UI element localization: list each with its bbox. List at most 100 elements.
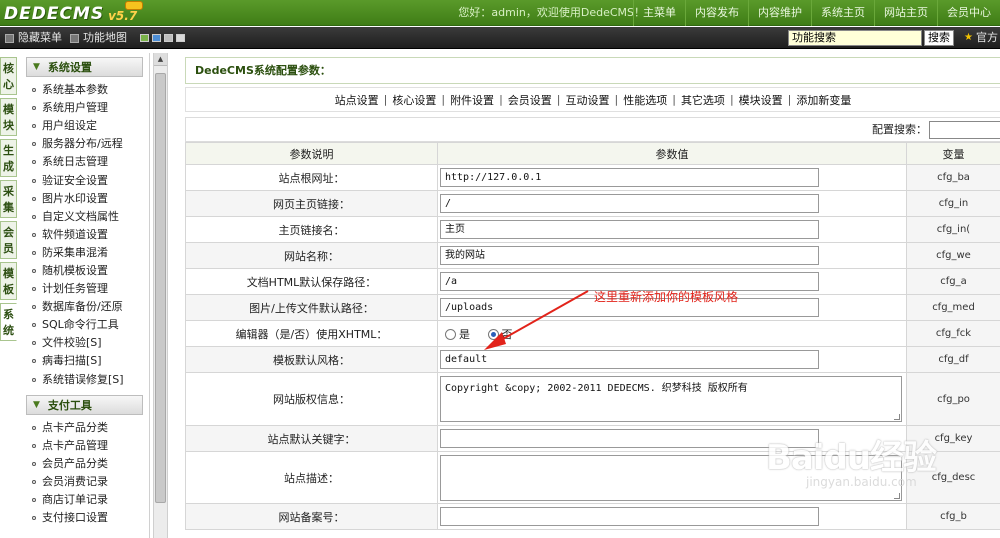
param-label: 文档HTML默认保存路径： — [185, 268, 438, 295]
sidebar-item-payment-3[interactable]: 会员消费记录 — [20, 473, 149, 491]
sidebar-item-payment-5[interactable]: 支付接口设置 — [20, 509, 149, 527]
vtab-module[interactable]: 模块 — [0, 98, 17, 136]
topnav-content-publish[interactable]: 内容发布 — [685, 0, 748, 26]
sidebar-item-system-2[interactable]: 用户组设定 — [20, 117, 149, 135]
sidebar-item-system-8[interactable]: 软件频道设置 — [20, 226, 149, 244]
hide-menu-button[interactable]: 隐藏菜单 — [5, 27, 62, 49]
skin-blue-swatch[interactable] — [152, 34, 161, 42]
topnav-site-home[interactable]: 网站主页 — [874, 0, 937, 26]
sidebar-item-payment-1[interactable]: 点卡产品管理 — [20, 437, 149, 455]
sidebar-item-system-10[interactable]: 随机模板设置 — [20, 262, 149, 280]
param-label: 站点默认关键字： — [185, 425, 438, 452]
bullet-icon — [32, 160, 36, 165]
sidebar-item-system-0[interactable]: 系统基本参数 — [20, 81, 149, 99]
topnav-content-maintain[interactable]: 内容维护 — [748, 0, 811, 26]
sidebar-item-system-9[interactable]: 防采集串混淆 — [20, 244, 149, 262]
scroll-thumb[interactable] — [155, 73, 166, 503]
function-search-input[interactable]: 功能搜索 — [788, 30, 922, 46]
function-map-button[interactable]: 功能地图 — [70, 27, 127, 49]
menu-group-system-settings[interactable]: ▼ 系统设置 — [26, 57, 143, 77]
sidebar-item-system-13[interactable]: SQL命令行工具 — [20, 316, 149, 334]
sidebar-item-system-4[interactable]: 系统日志管理 — [20, 153, 149, 171]
skin-gray-swatch[interactable] — [164, 34, 173, 42]
keywords-input[interactable] — [440, 429, 819, 448]
icp-number-input[interactable] — [440, 507, 819, 526]
tab-config-4[interactable]: 互动设置 — [561, 92, 615, 108]
copyright-textarea[interactable]: Copyright &copy; 2002-2011 DEDECMS. 织梦科技… — [440, 376, 902, 422]
topnav-system-home[interactable]: 系统主页 — [811, 0, 874, 26]
tab-config-1[interactable]: 核心设置 — [387, 92, 441, 108]
tab-config-3[interactable]: 会员设置 — [503, 92, 557, 108]
param-var: cfg_fck — [906, 320, 1000, 347]
vtab-generate[interactable]: 生成 — [0, 139, 17, 177]
search-button[interactable]: 搜索 — [924, 30, 954, 46]
site-name-input[interactable]: 我的网站 — [440, 246, 819, 265]
table-header-row: 参数说明 参数值 变量 — [185, 142, 1000, 165]
home-link-name-input[interactable]: 主页 — [440, 220, 819, 239]
official-link[interactable]: ★ 官方 — [964, 27, 998, 49]
sidebar-item-payment-4[interactable]: 商店订单记录 — [20, 491, 149, 509]
top-header: DEDECMS v5.7 您好：admin，欢迎使用DedeCMS！ 主菜单 内… — [0, 0, 1000, 26]
menu-group-payment-tools[interactable]: ▼ 支付工具 — [26, 394, 143, 415]
config-search-input[interactable] — [929, 121, 1000, 139]
bullet-icon — [32, 178, 36, 183]
bullet-icon — [32, 124, 36, 129]
sidebar-item-payment-0[interactable]: 点卡产品分类 — [20, 419, 149, 437]
watermark-main: Baidu经验 — [766, 438, 937, 478]
site-url-input[interactable]: http://127.0.0.1 — [440, 168, 819, 187]
tab-config-5[interactable]: 性能选项 — [618, 92, 672, 108]
table-row: 模板默认风格： default cfg_df — [185, 346, 1000, 373]
sidebar-item-system-5[interactable]: 验证安全设置 — [20, 171, 149, 189]
resize-handle-icon[interactable] — [894, 492, 900, 499]
sidebar-item-system-11[interactable]: 计划任务管理 — [20, 280, 149, 298]
sidebar-item-label: 商店订单记录 — [42, 493, 108, 507]
topnav-main-menu[interactable]: 主菜单 — [633, 0, 685, 26]
tab-config-2[interactable]: 附件设置 — [445, 92, 499, 108]
bullet-icon — [32, 443, 36, 448]
sidebar-scrollbar[interactable]: ▲ — [153, 53, 168, 538]
tab-config-7[interactable]: 模块设置 — [734, 92, 788, 108]
sidebar-item-system-15[interactable]: 病毒扫描[S] — [20, 352, 149, 370]
topnav-member-center[interactable]: 会员中心 — [937, 0, 1000, 26]
resize-handle-icon[interactable] — [894, 414, 900, 420]
param-var: cfg_ba — [906, 164, 1000, 191]
vtab-collect[interactable]: 采集 — [0, 180, 17, 218]
home-link-input[interactable]: / — [440, 194, 819, 213]
hide-menu-label: 隐藏菜单 — [18, 31, 62, 44]
tab-config-0[interactable]: 站点设置 — [330, 92, 384, 108]
param-label: 网页主页链接： — [185, 190, 438, 217]
table-row: 站点根网址： http://127.0.0.1 cfg_ba — [185, 164, 1000, 191]
sidebar-item-system-16[interactable]: 系统错误修复[S] — [20, 371, 149, 389]
sidebar-item-system-1[interactable]: 系统用户管理 — [20, 99, 149, 117]
scroll-up-icon[interactable]: ▲ — [154, 53, 167, 66]
menu-group-title: 系统设置 — [47, 61, 92, 74]
xhtml-yes-radio[interactable] — [445, 329, 456, 340]
annotation-text: 这里重新添加你的模板风格 — [594, 290, 739, 304]
vtab-template[interactable]: 模板 — [0, 262, 17, 300]
table-row: 网站名称： 我的网站 cfg_we — [185, 242, 1000, 269]
vtab-system[interactable]: 系统 — [0, 303, 17, 341]
sidebar-item-system-12[interactable]: 数据库备份/还原 — [20, 298, 149, 316]
column-header: 参数说明 — [185, 142, 438, 165]
page-title: DedeCMS系统配置参数： — [185, 57, 1000, 84]
skin-green-swatch[interactable] — [140, 34, 149, 42]
bullet-icon — [32, 268, 36, 273]
sidebar-menu: ▼ 系统设置 系统基本参数 系统用户管理 用户组设定 服务器分布/远程 系统日志管理 验证… — [20, 53, 150, 538]
bullet-icon — [32, 323, 36, 328]
config-tabs: 站点设置 | 核心设置 | 附件设置 | 会员设置 | 互动设置 | 性能选项 | 其它选项 | 模块设置 |… — [185, 87, 1000, 112]
sidebar-item-system-3[interactable]: 服务器分布/远程 — [20, 135, 149, 153]
sidebar-item-system-6[interactable]: 图片水印设置 — [20, 190, 149, 208]
tab-config-8[interactable]: 添加新变量 — [791, 92, 856, 108]
tab-config-6[interactable]: 其它选项 — [676, 92, 730, 108]
sidebar-item-system-7[interactable]: 自定义文档属性 — [20, 208, 149, 226]
param-label: 模板默认风格： — [185, 346, 438, 373]
copyright-text: Copyright &copy; 2002-2011 DEDECMS. 织梦科技… — [445, 383, 748, 394]
skin-light-swatch[interactable] — [176, 34, 185, 42]
vtab-member[interactable]: 会员 — [0, 221, 17, 259]
param-var: cfg_b — [906, 503, 1000, 530]
bullet-icon — [32, 516, 36, 521]
vtab-core[interactable]: 核心 — [0, 57, 17, 95]
sidebar-item-payment-2[interactable]: 会员产品分类 — [20, 455, 149, 473]
logo-version: v5.7 — [108, 9, 138, 23]
sidebar-item-system-14[interactable]: 文件校验[S] — [20, 334, 149, 352]
